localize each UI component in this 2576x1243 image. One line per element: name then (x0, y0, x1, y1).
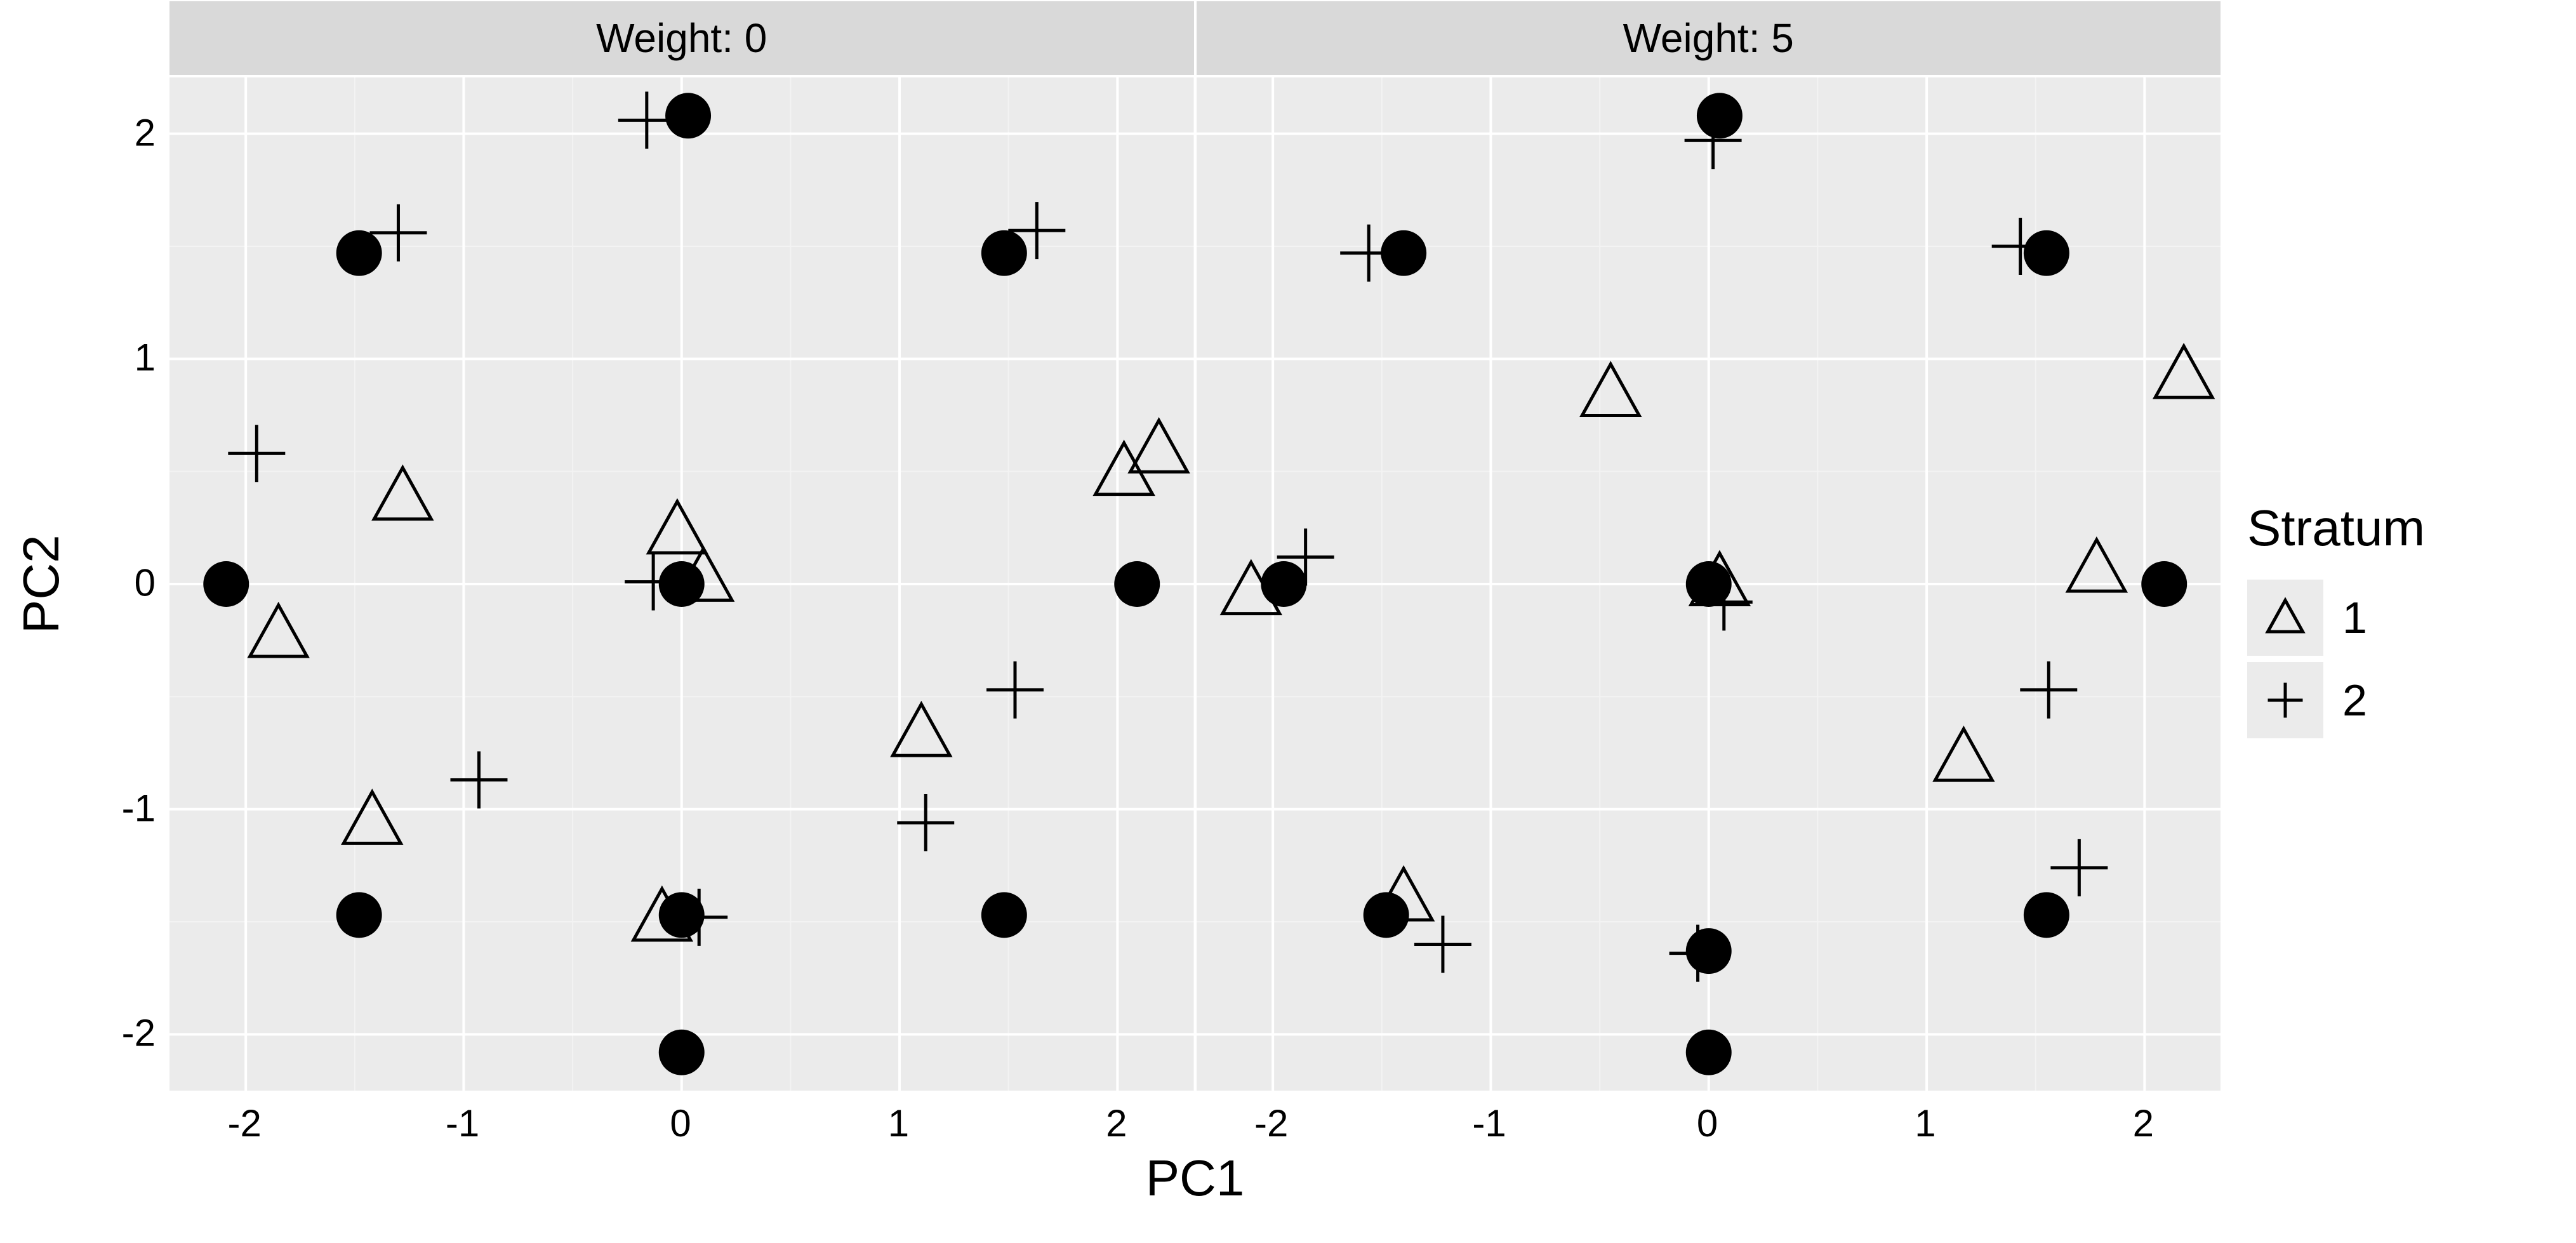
x-tick-label: -1 (1472, 1101, 1506, 1145)
plus-icon (2247, 662, 2323, 738)
facet-strip-row: Weight: 0 Weight: 5 (168, 0, 2222, 76)
legend-item: 1 (2247, 580, 2576, 656)
y-tick-label: 2 (135, 110, 156, 154)
y-ticks: -2 -1 0 1 2 (83, 76, 168, 1092)
legend-title: Stratum (2247, 499, 2576, 557)
x-tick-label: 1 (1915, 1101, 1935, 1145)
x-tick-label: -2 (1254, 1101, 1288, 1145)
plot-area: Weight: 0 Weight: 5 PC2 -2 -1 0 1 2 -2 -1 0 1 2 … (0, 0, 2222, 1243)
x-tick-label: 2 (1106, 1101, 1127, 1145)
x-axis-label: PC1 (168, 1149, 2222, 1207)
facet-strip-0: Weight: 0 (169, 1, 1194, 75)
x-tick-label: 1 (888, 1101, 909, 1145)
legend-item: 2 (2247, 662, 2576, 738)
y-tick-label: 0 (135, 561, 156, 605)
y-tick-label: -1 (122, 786, 156, 830)
x-ticks-panel-1: -2 -1 0 1 2 (1195, 1092, 2222, 1149)
y-tick-label: 1 (135, 336, 156, 380)
panel-weight-5 (1197, 77, 2221, 1091)
x-tick-label: -1 (446, 1101, 479, 1145)
legend-items: 12 (2247, 573, 2576, 745)
facet-strip-1: Weight: 5 (1197, 1, 2221, 75)
x-tick-label: 2 (2133, 1101, 2154, 1145)
legend-label: 1 (2342, 592, 2367, 643)
x-ticks-panel-0: -2 -1 0 1 2 (168, 1092, 1195, 1149)
x-axis-label-text: PC1 (1146, 1149, 1245, 1207)
legend: Stratum 12 (2222, 0, 2576, 1243)
x-tick-label: 0 (1697, 1101, 1718, 1145)
x-ticks-row: -2 -1 0 1 2 -2 -1 0 1 2 (168, 1092, 2222, 1149)
figure: Weight: 0 Weight: 5 PC2 -2-1012 -2-1012 … (0, 0, 2576, 1243)
y-tick-label: -2 (122, 1011, 156, 1055)
legend-label: 2 (2342, 675, 2367, 726)
triangle-open-icon (2247, 580, 2323, 656)
y-axis-label: PC2 (0, 76, 83, 1092)
x-tick-label: 0 (670, 1101, 691, 1145)
panels (168, 76, 2222, 1092)
x-tick-label: -2 (228, 1101, 262, 1145)
panel-weight-0 (169, 77, 1194, 1091)
panels-outer: PC2 -2 -1 0 1 2 (0, 76, 2222, 1092)
